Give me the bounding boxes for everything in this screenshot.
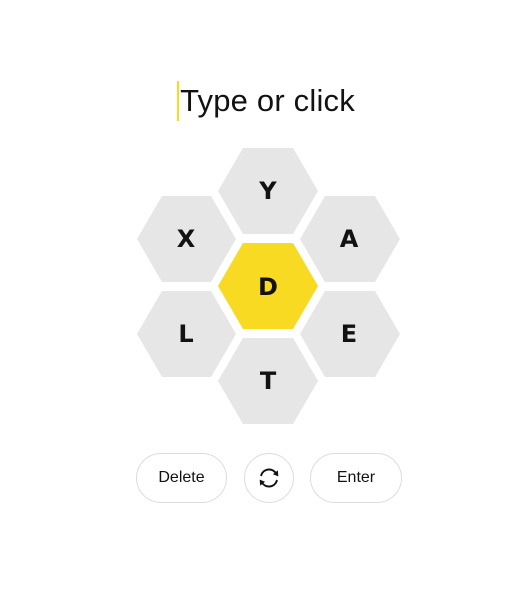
- hive-cell-lower-right[interactable]: E: [300, 291, 400, 377]
- shuffle-button[interactable]: [244, 453, 294, 503]
- hive-cell-center[interactable]: D: [218, 243, 318, 329]
- hive: Y X A D L E T: [137, 148, 400, 424]
- spelling-bee-game: Type or click Y X A D L E T Delete Enter: [0, 0, 532, 593]
- hive-cell-bottom[interactable]: T: [218, 338, 318, 424]
- enter-button[interactable]: Enter: [310, 453, 402, 503]
- hive-cell-lower-left[interactable]: L: [137, 291, 236, 377]
- delete-button[interactable]: Delete: [136, 453, 227, 503]
- hive-cell-top[interactable]: Y: [218, 148, 318, 234]
- shuffle-icon: [259, 468, 279, 488]
- hive-cell-upper-right[interactable]: A: [300, 196, 400, 282]
- hive-controls: Delete Enter: [0, 453, 532, 503]
- hive-cell-upper-left[interactable]: X: [137, 196, 236, 282]
